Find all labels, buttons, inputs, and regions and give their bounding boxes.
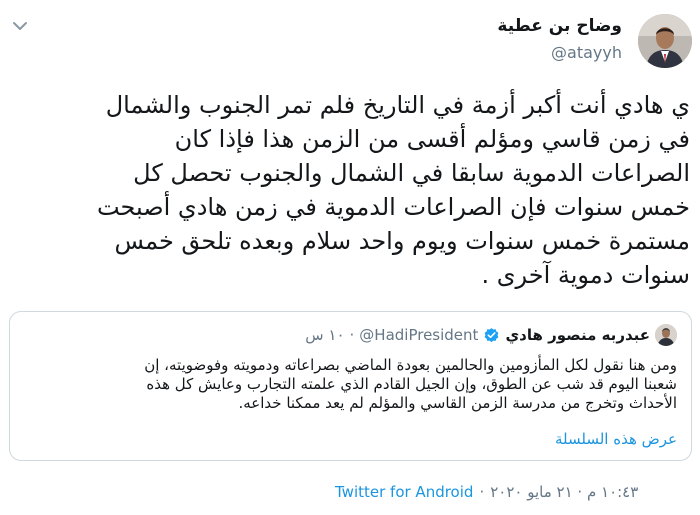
quoted-text-line: شعبنا اليوم قد شب عن الطوق، وإن الجيل ال…	[146, 375, 677, 393]
tweet-text-line: سنوات دموية آخرى .	[481, 261, 690, 289]
quoted-text-line: ومن هنا نقول لكل المأزومين والحالمين بعو…	[144, 356, 677, 374]
quoted-tweet-header: عبدربه منصور هادي @HadiPresident · ١٠ س	[305, 324, 677, 346]
quoted-author-handle[interactable]: @HadiPresident	[359, 326, 478, 344]
tweet-text-line: مستمرة خمس سنوات ويوم واحد سلام وبعده تل…	[114, 227, 690, 255]
tweet-text-line: ي هادي أنت أكبر أزمة في التاريخ فلم تمر …	[105, 91, 690, 119]
quoted-author-avatar[interactable]	[655, 324, 677, 346]
quoted-text-line: الأحداث وتخرج من مدرسة الزمن القاسي والم…	[238, 394, 677, 412]
tweet-text-line: خمس سنوات فإن الصراعات الدموية في زمن ها…	[96, 193, 690, 221]
quoted-tweet[interactable]: عبدربه منصور هادي @HadiPresident · ١٠ س …	[9, 311, 692, 461]
tweet-text-line: الصراعات الدموية سابقا في الشمال والجنوب…	[133, 159, 690, 187]
show-thread-link[interactable]: عرض هذه السلسلة	[555, 430, 677, 448]
author-name[interactable]: وضاح بن عطية	[497, 16, 622, 36]
separator-dot: ·	[479, 483, 485, 501]
verified-badge-icon	[485, 327, 499, 342]
tweet-source-link[interactable]: Twitter for Android	[335, 483, 473, 501]
author-avatar[interactable]	[638, 14, 692, 68]
separator-dot: ·	[349, 326, 355, 344]
quoted-tweet-text: ومن هنا نقول لكل المأزومين والحالمين بعو…	[24, 356, 677, 413]
tweet-text: ي هادي أنت أكبر أزمة في التاريخ فلم تمر …	[10, 88, 690, 292]
author-handle[interactable]: @atayyh	[551, 43, 622, 62]
tweet-meta: Twitter for Android · ١٠:٤٣ م · ٢١ مايو …	[335, 483, 638, 501]
tweet-text-line: في زمن قاسي ومؤلم أقسى من الزمن هذا فإذا…	[174, 125, 690, 153]
chevron-down-icon[interactable]	[12, 20, 28, 32]
quoted-author-name[interactable]: عبدربه منصور هادي	[505, 326, 650, 344]
quoted-tweet-time[interactable]: ١٠ س	[305, 326, 344, 344]
tweet-card: وضاح بن عطية @atayyh ي هادي أنت أكبر أزم…	[0, 0, 700, 515]
tweet-timestamp[interactable]: ١٠:٤٣ م · ٢١ مايو ٢٠٢٠	[490, 483, 638, 501]
